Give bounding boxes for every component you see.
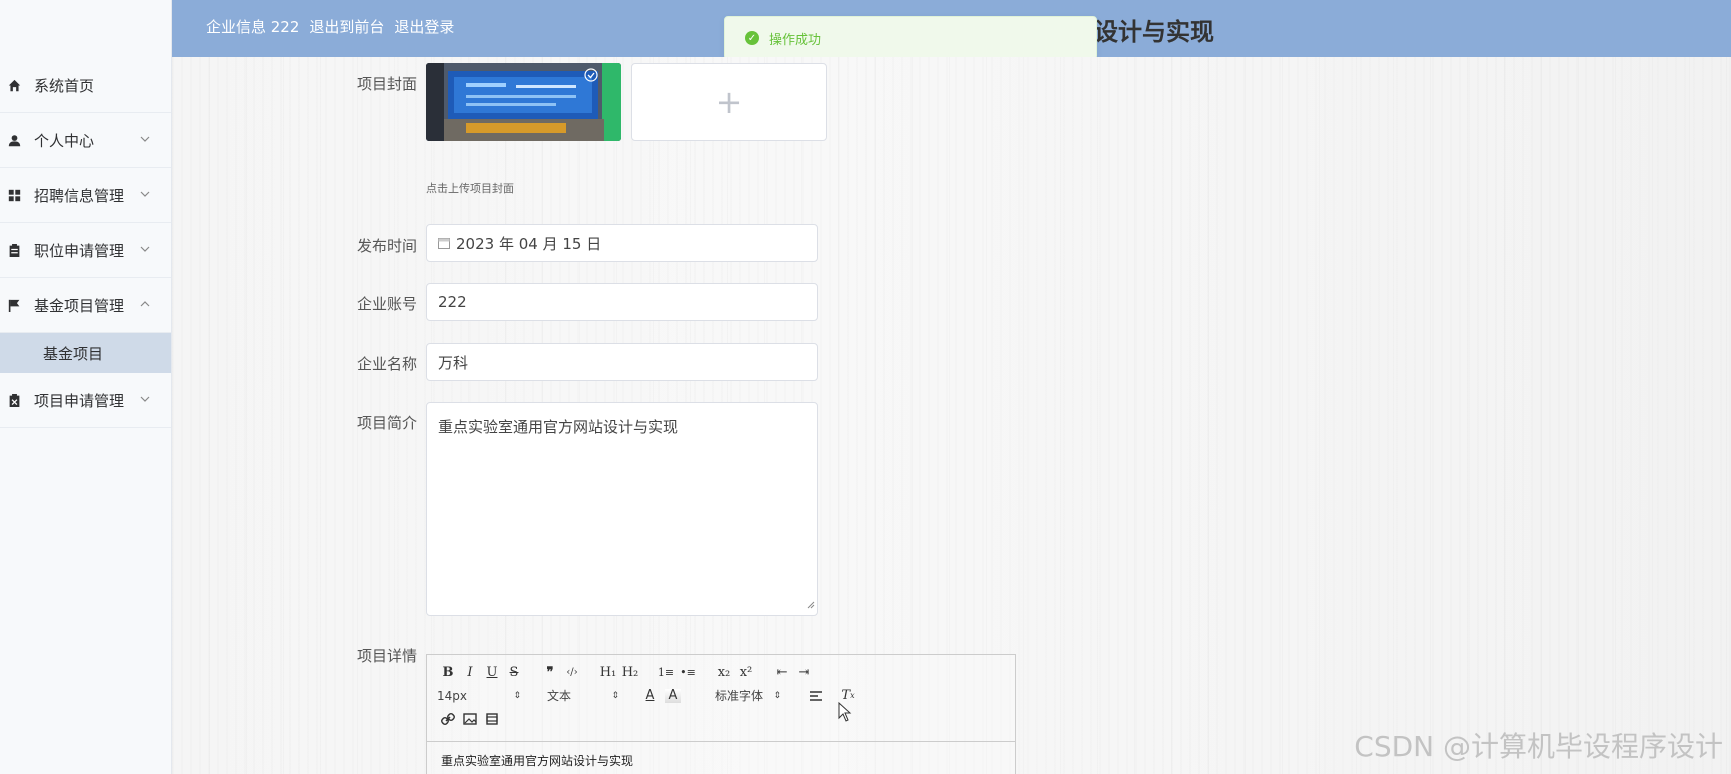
main-content: 项目封面 + 点击上传项目封面 发布时间 2023 年 04 月 15 日 企业… <box>172 57 1731 774</box>
subscript-button[interactable]: x₂ <box>713 663 735 683</box>
indent-button[interactable]: ⇥ <box>793 663 815 683</box>
toolbar-row-3 <box>437 707 1005 730</box>
select-arrows-icon: ⇕ <box>773 690 781 701</box>
company-info-link[interactable]: 企业信息 222 <box>206 16 299 37</box>
background-color-button[interactable]: A <box>665 688 681 703</box>
account-value: 222 <box>438 293 467 311</box>
chevron-down-icon <box>139 393 151 405</box>
h1-button[interactable]: H₁ <box>597 663 619 683</box>
sidebar-item-label: 项目申请管理 <box>34 391 125 410</box>
header-links: 企业信息 222 退出到前台 退出登录 <box>206 16 454 37</box>
paragraph-value: 文本 <box>547 689 572 703</box>
sidebar-item-label: 个人中心 <box>34 131 95 150</box>
italic-button[interactable]: I <box>459 663 481 683</box>
link-icon[interactable] <box>437 709 459 729</box>
page-title: 设计与实现 <box>1094 18 1214 46</box>
success-toast: ✓ 操作成功 <box>724 16 1097 60</box>
company-label: 企业名称 <box>356 355 417 373</box>
toast-message: 操作成功 <box>769 32 822 48</box>
chevron-up-icon <box>139 298 151 310</box>
sidebar-subitem-label: 基金项目 <box>43 344 104 363</box>
resize-handle-icon[interactable] <box>807 595 815 613</box>
blockquote-button[interactable]: ❞ <box>539 663 561 683</box>
publish-time-value: 2023 年 04 月 15 日 <box>456 234 602 253</box>
intro-textarea[interactable]: 重点实验室通用官方网站设计与实现 <box>426 402 818 616</box>
upload-cover-button[interactable]: + <box>631 63 827 141</box>
superscript-button[interactable]: x² <box>735 663 757 683</box>
toolbar-row-2: 14px ⇕ 文本 ⇕ A A 标准字体 ⇕ Tx <box>437 684 1005 707</box>
detail-label: 项目详情 <box>356 647 417 665</box>
csdn-watermark: CSDN @计算机毕设程序设计 <box>1354 730 1723 763</box>
chevron-down-icon <box>139 188 151 200</box>
chevron-down-icon <box>139 133 151 145</box>
font-color-button[interactable]: A <box>639 686 661 706</box>
editor-toolbar: B I U S ❞ ‹/› H₁ H₂ 1≡ •≡ x₂ x² ⇤ ⇥ 14px… <box>427 655 1015 742</box>
upload-tip: 点击上传项目封面 <box>426 182 514 195</box>
check-circle-icon: ✓ <box>745 31 759 45</box>
select-arrows-icon: ⇕ <box>611 690 619 701</box>
sidebar-item-personal[interactable]: 个人中心 <box>0 113 171 168</box>
intro-value: 重点实验室通用官方网站设计与实现 <box>438 418 679 436</box>
account-label: 企业账号 <box>356 295 417 313</box>
sidebar-item-label: 系统首页 <box>34 76 95 95</box>
select-arrows-icon: ⇕ <box>513 690 521 701</box>
align-button[interactable] <box>805 686 827 706</box>
code-block-button[interactable]: ‹/› <box>561 663 583 683</box>
font-size-value: 14px <box>437 688 467 703</box>
sidebar: 系统首页 个人中心 招聘信息管理 职位申请管理 基金项目管理 基金项目 项目申请… <box>0 0 172 774</box>
sidebar-item-label: 基金项目管理 <box>34 296 125 315</box>
clipboard-x-icon <box>6 392 22 408</box>
cover-image[interactable] <box>426 63 621 141</box>
paragraph-select[interactable]: 文本 ⇕ <box>527 686 625 706</box>
sidebar-item-home[interactable]: 系统首页 <box>0 58 171 113</box>
intro-label: 项目简介 <box>356 414 417 432</box>
user-icon <box>6 132 22 148</box>
calendar-icon <box>438 237 450 249</box>
image-icon[interactable] <box>459 709 481 729</box>
publish-time-picker[interactable]: 2023 年 04 月 15 日 <box>426 224 818 262</box>
logout-link[interactable]: 退出登录 <box>394 16 454 37</box>
chevron-down-icon <box>139 243 151 255</box>
home-icon <box>6 77 22 93</box>
sidebar-menu: 系统首页 个人中心 招聘信息管理 职位申请管理 基金项目管理 基金项目 项目申请… <box>0 58 171 428</box>
h2-button[interactable]: H₂ <box>619 663 641 683</box>
video-icon[interactable] <box>481 709 503 729</box>
company-value: 万科 <box>438 353 469 372</box>
rich-text-editor: B I U S ❞ ‹/› H₁ H₂ 1≡ •≡ x₂ x² ⇤ ⇥ 14px… <box>426 654 1016 774</box>
toolbar-row-1: B I U S ❞ ‹/› H₁ H₂ 1≡ •≡ x₂ x² ⇤ ⇥ <box>437 661 1005 684</box>
sidebar-item-recruit[interactable]: 招聘信息管理 <box>0 168 171 223</box>
account-input[interactable]: 222 <box>426 283 818 321</box>
font-family-select[interactable]: 标准字体 ⇕ <box>687 686 787 706</box>
sidebar-item-label: 招聘信息管理 <box>34 186 125 205</box>
grid-icon <box>6 187 22 203</box>
plus-icon: + <box>715 83 743 121</box>
editor-content[interactable]: 重点实验室通用官方网站设计与实现 <box>427 742 1015 774</box>
mouse-cursor-icon <box>838 701 852 726</box>
sidebar-item-project-apply[interactable]: 项目申请管理 <box>0 373 171 428</box>
bullet-list-button[interactable]: •≡ <box>677 663 699 683</box>
flag-icon <box>6 297 22 313</box>
company-input[interactable]: 万科 <box>426 343 818 381</box>
cover-label: 项目封面 <box>356 75 417 93</box>
publish-time-label: 发布时间 <box>356 237 417 255</box>
strike-button[interactable]: S <box>503 663 525 683</box>
sidebar-subitem-fund-project[interactable]: 基金项目 <box>0 333 171 373</box>
sidebar-item-label: 职位申请管理 <box>34 241 125 260</box>
clipboard-icon <box>6 242 22 258</box>
sidebar-item-job-apply[interactable]: 职位申请管理 <box>0 223 171 278</box>
outdent-button[interactable]: ⇤ <box>771 663 793 683</box>
back-to-frontend-link[interactable]: 退出到前台 <box>309 16 384 37</box>
font-size-select[interactable]: 14px ⇕ <box>437 686 527 706</box>
underline-button[interactable]: U <box>481 663 503 683</box>
ordered-list-button[interactable]: 1≡ <box>655 663 677 683</box>
editor-content-text: 重点实验室通用官方网站设计与实现 <box>441 754 634 768</box>
sidebar-item-fund[interactable]: 基金项目管理 <box>0 278 171 333</box>
bold-button[interactable]: B <box>437 663 459 683</box>
font-family-value: 标准字体 <box>715 689 764 703</box>
